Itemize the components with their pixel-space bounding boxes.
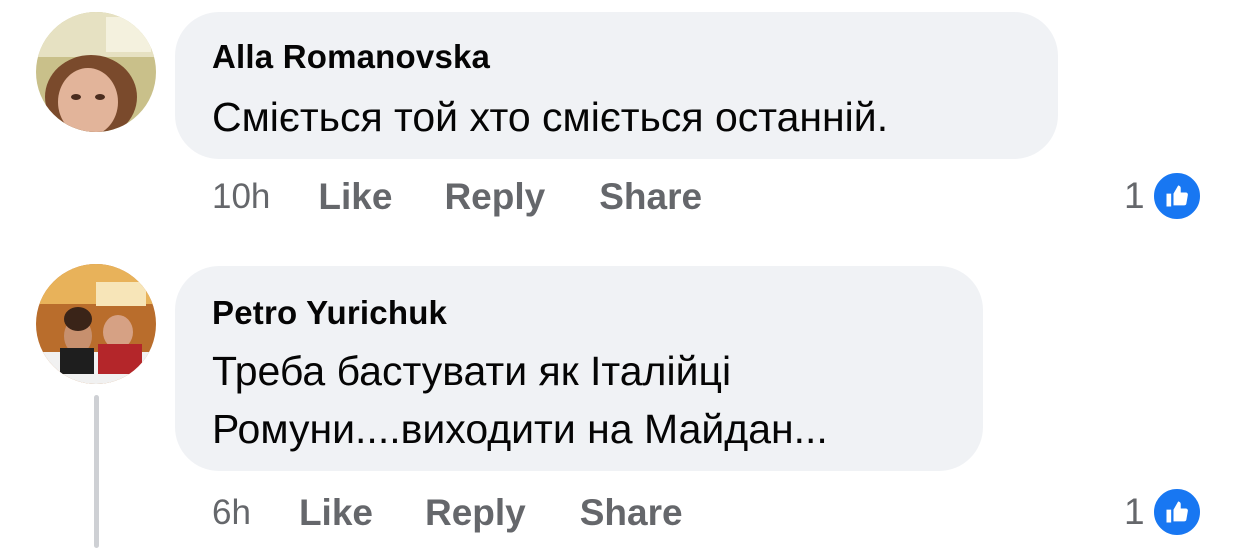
reaction-count: 1 xyxy=(1124,175,1145,216)
comment-time[interactable]: 6h xyxy=(212,493,251,533)
reaction-count: 1 xyxy=(1124,491,1145,532)
share-button[interactable]: Share xyxy=(599,176,702,218)
comment-author[interactable]: Petro Yurichuk xyxy=(212,294,447,332)
comment-bubble: Petro Yurichuk Треба бастувати як Італій… xyxy=(175,266,983,471)
comment-time[interactable]: 10h xyxy=(212,177,270,217)
reply-button[interactable]: Reply xyxy=(425,492,526,534)
reply-button[interactable]: Reply xyxy=(444,176,545,218)
avatar[interactable] xyxy=(36,264,156,384)
like-button[interactable]: Like xyxy=(318,176,392,218)
comment-text: Сміється той хто сміється останній. xyxy=(212,94,889,140)
reaction-summary[interactable]: 1 xyxy=(1124,486,1203,538)
comment-text: Треба бастувати як Італійці Ромуни....ви… xyxy=(212,348,828,452)
like-button[interactable]: Like xyxy=(299,492,373,534)
reaction-summary[interactable]: 1 xyxy=(1124,170,1203,222)
like-icon xyxy=(1150,170,1203,222)
avatar[interactable] xyxy=(36,12,156,132)
comment-bubble: Alla Romanovska Сміється той хто смієтьс… xyxy=(175,12,1058,159)
like-icon xyxy=(1150,486,1203,538)
comment-actions: 6h Like Reply Share xyxy=(212,492,683,534)
reply-thread-line xyxy=(94,395,99,548)
share-button[interactable]: Share xyxy=(580,492,683,534)
comment-actions: 10h Like Reply Share xyxy=(212,176,702,218)
comment-author[interactable]: Alla Romanovska xyxy=(212,38,490,76)
